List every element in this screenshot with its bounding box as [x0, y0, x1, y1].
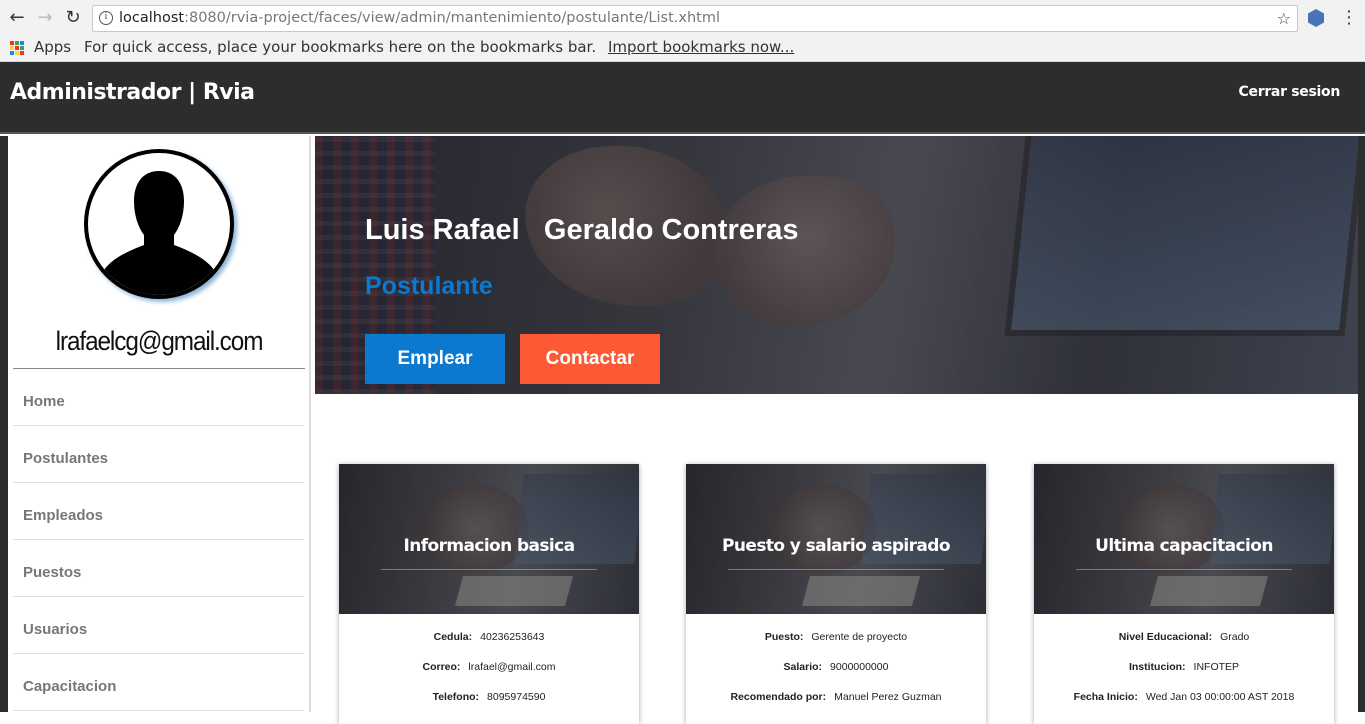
info-value: INFOTEP: [1193, 661, 1240, 673]
browser-menu-icon[interactable]: ⋮: [1340, 7, 1358, 28]
info-row: Institucion: INFOTEP: [1034, 661, 1334, 673]
sidebar-item-empleados[interactable]: Empleados: [13, 483, 304, 540]
back-icon[interactable]: ←: [6, 7, 28, 29]
info-value: Manuel Perez Guzman: [834, 691, 942, 703]
profile-hero: Luis Rafael Geraldo Contreras Postulante…: [315, 136, 1358, 394]
info-row: Correo: lrafael@gmail.com: [339, 661, 639, 673]
sidebar-item-label: Postulantes: [23, 450, 109, 467]
card-title-rule: [381, 569, 597, 570]
info-row: Nivel Educacional: Grado: [1034, 631, 1334, 643]
sidebar-item-home[interactable]: Home: [13, 369, 304, 426]
page-background: [0, 136, 8, 712]
info-row: Recomendado por: Manuel Perez Guzman: [686, 691, 986, 703]
bookmarks-bar: Apps For quick access, place your bookma…: [0, 36, 1365, 62]
forward-icon[interactable]: →: [34, 7, 56, 29]
info-key: Fecha Inicio:: [1073, 691, 1138, 703]
contact-button[interactable]: Contactar: [520, 334, 660, 384]
sidebar-item-puestos[interactable]: Puestos: [13, 540, 304, 597]
info-key: Correo:: [422, 661, 461, 673]
app-header: Administrador | Rvia Cerrar sesion: [0, 62, 1365, 134]
card-image: Ultima capacitacion: [1034, 464, 1334, 614]
info-row: Telefono: 8095974590: [339, 691, 639, 703]
card-title: Puesto y salario aspirado: [722, 536, 951, 556]
info-key: Cedula:: [433, 631, 473, 643]
browser-toolbar: ← → ↻ i localhost:8080/rvia-project/face…: [0, 0, 1365, 36]
sidebar-item-usuarios[interactable]: Usuarios: [13, 597, 304, 654]
address-bar[interactable]: i localhost:8080/rvia-project/faces/view…: [92, 5, 1298, 32]
info-row: Salario: 9000000000: [686, 661, 986, 673]
sidebar-item-postulantes[interactable]: Postulantes: [13, 426, 304, 483]
card-title-rule: [1076, 569, 1292, 570]
info-value: Grado: [1220, 631, 1250, 643]
info-icon[interactable]: i: [99, 11, 113, 25]
avatar: [84, 149, 234, 299]
info-key: Institucion:: [1128, 661, 1186, 673]
user-email: lrafaelcg@gmail.com: [55, 326, 264, 356]
card-title: Ultima capacitacion: [1095, 536, 1273, 556]
info-value: Wed Jan 03 00:00:00 AST 2018: [1145, 691, 1295, 703]
candidate-name: Luis Rafael Geraldo Contreras: [365, 214, 799, 246]
card-image: Puesto y salario aspirado: [686, 464, 986, 614]
import-bookmarks-link[interactable]: Import bookmarks now...: [608, 38, 794, 56]
scrollbar[interactable]: [1358, 136, 1365, 712]
reload-icon[interactable]: ↻: [62, 7, 84, 29]
sidebar-item-capacitacion[interactable]: Capacitacion: [13, 654, 304, 711]
info-value: lrafael@gmail.com: [468, 661, 556, 673]
sidebar-item-label: Usuarios: [23, 621, 88, 638]
sidebar-item-label: Empleados: [23, 507, 104, 524]
logout-link[interactable]: Cerrar sesion: [1239, 84, 1341, 100]
card-title: Informacion basica: [403, 536, 575, 556]
url-path: :8080/rvia-project/faces/view/admin/mant…: [184, 10, 720, 26]
info-value: 8095974590: [487, 691, 546, 703]
card-basic-info: Informacion basica Cedula: 40236253643 Co…: [339, 464, 639, 724]
sidebar-item-label: Capacitacion: [23, 678, 117, 695]
bookmarks-hint: For quick access, place your bookmarks h…: [84, 38, 597, 56]
extension-shield-icon[interactable]: [1308, 9, 1324, 27]
sidebar-item-label: Puestos: [23, 564, 82, 581]
url-host: localhost: [119, 10, 185, 26]
info-value: 40236253643: [480, 631, 545, 643]
sidebar: lrafaelcg@gmail.com Home Postulantes Emp…: [8, 136, 311, 712]
sidebar-item-label: Home: [23, 393, 65, 410]
apps-link[interactable]: Apps: [34, 38, 71, 56]
card-image: Informacion basica: [339, 464, 639, 614]
url-text[interactable]: localhost:8080/rvia-project/faces/view/a…: [119, 10, 720, 26]
info-value: Gerente de proyecto: [811, 631, 908, 643]
bookmark-star-icon[interactable]: ☆: [1277, 9, 1291, 28]
card-title-rule: [728, 569, 944, 570]
info-row: Fecha Inicio: Wed Jan 03 00:00:00 AST 201…: [1034, 691, 1334, 703]
candidate-role: Postulante: [365, 272, 493, 300]
info-row: Puesto: Gerente de proyecto: [686, 631, 986, 643]
apps-grid-icon[interactable]: [10, 41, 24, 55]
user-silhouette-icon: [98, 171, 220, 295]
info-key: Recomendado por:: [730, 691, 827, 703]
info-row: Cedula: 40236253643: [339, 631, 639, 643]
info-key: Telefono:: [432, 691, 480, 703]
info-key: Nivel Educacional:: [1118, 631, 1213, 643]
info-key: Salario:: [783, 661, 823, 673]
card-last-training: Ultima capacitacion Nivel Educacional: Gr…: [1034, 464, 1334, 724]
app-title[interactable]: Administrador | Rvia: [10, 80, 255, 105]
hire-button[interactable]: Emplear: [365, 334, 505, 384]
info-value: 9000000000: [830, 661, 889, 673]
info-key: Puesto:: [764, 631, 804, 643]
card-position-salary: Puesto y salario aspirado Puesto: Gerente…: [686, 464, 986, 724]
